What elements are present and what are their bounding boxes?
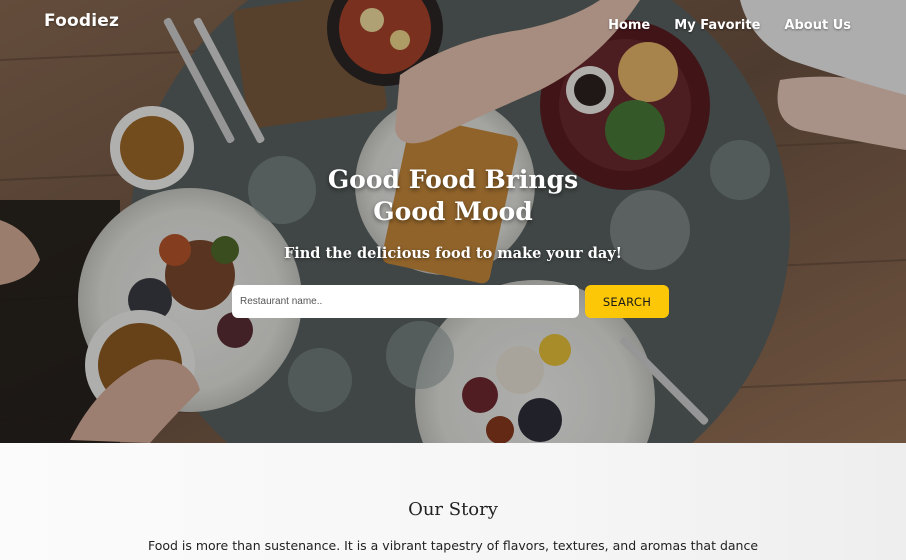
search-button[interactable]: SEARCH: [585, 285, 669, 318]
our-story-section: Our Story Food is more than sustenance. …: [0, 443, 906, 560]
nav-link-home[interactable]: Home: [608, 18, 650, 33]
nav-link-my-favorite[interactable]: My Favorite: [674, 18, 760, 33]
hero-title-line-2: Good Mood: [373, 197, 533, 226]
brand-logo[interactable]: Foodiez: [44, 11, 119, 31]
main-nav: Home My Favorite About Us: [608, 18, 851, 33]
hero-title: Good Food Brings Good Mood: [0, 164, 906, 228]
story-title: Our Story: [408, 499, 498, 520]
nav-link-about-us[interactable]: About Us: [784, 18, 851, 33]
hero-subtitle: Find the delicious food to make your day…: [283, 245, 623, 262]
restaurant-search-input[interactable]: [232, 285, 579, 318]
hero-section: Foodiez Home My Favorite About Us Good F…: [0, 0, 906, 443]
story-text: Food is more than sustenance. It is a vi…: [147, 538, 759, 553]
hero-title-line-1: Good Food Brings: [327, 165, 579, 194]
